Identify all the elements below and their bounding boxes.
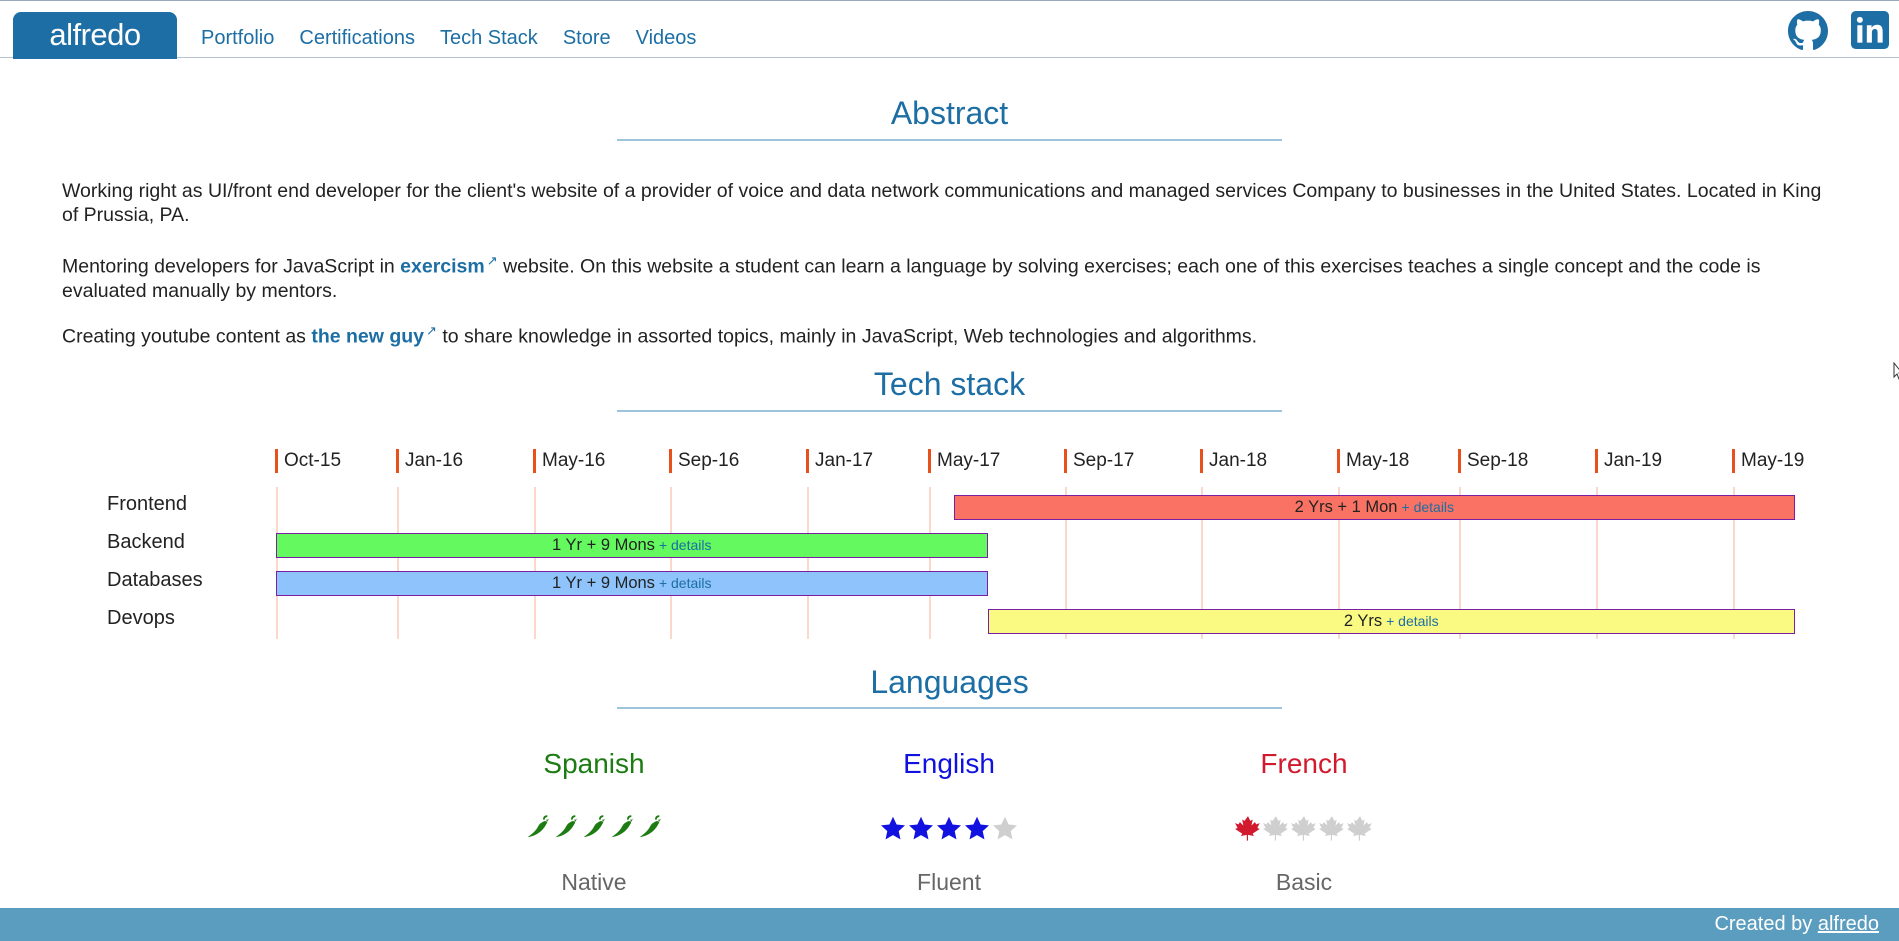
p3-text-after: to share knowledge in assorted topics, m… — [436, 325, 1258, 348]
timeline-gridline — [807, 487, 809, 639]
languages-divider — [617, 707, 1282, 709]
star-icon — [964, 816, 990, 840]
nav-certifications[interactable]: Certifications — [299, 27, 415, 50]
language-level: Native — [561, 869, 627, 895]
abstract-divider — [617, 139, 1282, 141]
language-name: French — [1260, 748, 1348, 779]
timeline-gridline — [670, 487, 672, 639]
external-link-icon: ↗ — [486, 253, 498, 268]
tech-stack-divider — [617, 410, 1282, 412]
top-navbar: alfredo Portfolio Certifications Tech St… — [0, 0, 1899, 59]
languages-title: Languages — [870, 664, 1029, 700]
footer-author-link[interactable]: alfredo — [1818, 913, 1879, 935]
maple-leaf-icon — [1291, 816, 1316, 841]
star-icon — [936, 816, 962, 840]
nav-portfolio[interactable]: Portfolio — [201, 27, 274, 50]
timeline-row-label: Devops — [107, 607, 175, 629]
abstract-paragraph-3: Creating youtube content as the new guy ↗… — [62, 319, 1822, 349]
details-link[interactable]: + details — [1386, 613, 1439, 629]
language-level: Basic — [1275, 869, 1333, 895]
p2-text-before: Mentoring developers for JavaScript in — [62, 255, 401, 278]
timeline-tick-label: May-18 — [1337, 449, 1409, 473]
brand-logo[interactable]: alfredo — [13, 12, 177, 59]
maple-leaf-icon — [1235, 816, 1260, 841]
timeline-tick-label: May-17 — [928, 449, 1000, 473]
timeline-gridline — [397, 487, 399, 639]
abstract-paragraph-1: Working right as UI/front end developer … — [62, 180, 1822, 226]
timeline-gridline — [534, 487, 536, 639]
external-link-icon: ↗ — [426, 323, 437, 338]
maple-leaf-icon — [1319, 816, 1344, 841]
maple-leaf-icon — [1347, 816, 1372, 841]
timeline-gridline — [276, 487, 278, 639]
timeline-row-label: Frontend — [107, 493, 188, 515]
nav-videos[interactable]: Videos — [636, 27, 697, 50]
details-link[interactable]: + details — [659, 537, 712, 553]
timeline-tick-label: Sep-18 — [1458, 449, 1528, 473]
bar-duration: 2 Yrs + 1 Mon — [1294, 498, 1398, 516]
abstract-paragraph-2: Mentoring developers for JavaScript in e… — [62, 249, 1822, 303]
language-name: Spanish — [543, 748, 645, 779]
chili-pepper-icon — [611, 815, 634, 838]
language-level: Fluent — [917, 869, 981, 895]
the-new-guy-link[interactable]: the new guy — [311, 326, 424, 348]
language-rating — [1154, 815, 1454, 843]
timeline-tick-label: Jan-16 — [396, 449, 463, 473]
timeline-bar-frontend: 2 Yrs + 1 Mon + details — [953, 495, 1795, 520]
timeline-bar-databases: 1 Yr + 9 Mons + details — [276, 571, 988, 596]
bar-duration: 1 Yr + 9 Mons — [552, 574, 655, 592]
exercism-link[interactable]: exercism — [400, 256, 485, 278]
timeline-bar-backend: 1 Yr + 9 Mons + details — [276, 533, 988, 558]
timeline-gridline — [929, 487, 931, 639]
tech-stack-title: Tech stack — [873, 366, 1026, 402]
timeline-tick-label: Oct-15 — [275, 449, 341, 473]
abstract-title: Abstract — [890, 95, 1009, 131]
star-icon — [992, 816, 1018, 840]
timeline-tick-label: Jan-18 — [1200, 449, 1267, 473]
star-icon — [880, 816, 906, 840]
details-link[interactable]: + details — [1402, 499, 1455, 515]
nav-tech-stack[interactable]: Tech Stack — [440, 27, 538, 50]
timeline-tick-label: Jan-19 — [1595, 449, 1662, 473]
language-name: English — [903, 748, 995, 779]
footer-credit: Created by alfredo — [1714, 913, 1879, 936]
language-rating — [444, 815, 744, 843]
star-icon — [908, 816, 934, 840]
mouse-cursor-icon — [1893, 362, 1899, 380]
chili-pepper-icon — [639, 815, 662, 838]
timeline-tick-label: May-19 — [1732, 449, 1804, 473]
main-nav: Portfolio Certifications Tech Stack Stor… — [201, 27, 721, 50]
timeline-bar-devops: 2 Yrs + details — [987, 609, 1795, 634]
timeline-tick-label: May-16 — [533, 449, 605, 473]
bar-duration: 2 Yrs — [1343, 612, 1383, 630]
timeline-tick-label: Sep-17 — [1064, 449, 1134, 473]
nav-store[interactable]: Store — [563, 27, 611, 50]
details-link[interactable]: + details — [659, 575, 712, 591]
timeline-tick-label: Sep-16 — [669, 449, 739, 473]
linkedin-icon[interactable] — [1851, 11, 1889, 49]
timeline-row-label: Databases — [107, 569, 203, 591]
timeline-tick-label: Jan-17 — [806, 449, 873, 473]
maple-leaf-icon — [1263, 816, 1288, 841]
github-icon[interactable] — [1788, 11, 1828, 51]
chili-pepper-icon — [555, 815, 578, 838]
language-rating — [799, 815, 1099, 843]
timeline-row-label: Backend — [107, 531, 185, 553]
bar-duration: 1 Yr + 9 Mons — [552, 536, 655, 554]
chili-pepper-icon — [583, 815, 606, 838]
chili-pepper-icon — [527, 815, 550, 838]
footer: Created by alfredo — [0, 908, 1899, 941]
p3-text-before: Creating youtube content as — [62, 325, 312, 348]
footer-prefix: Created by — [1714, 913, 1818, 935]
